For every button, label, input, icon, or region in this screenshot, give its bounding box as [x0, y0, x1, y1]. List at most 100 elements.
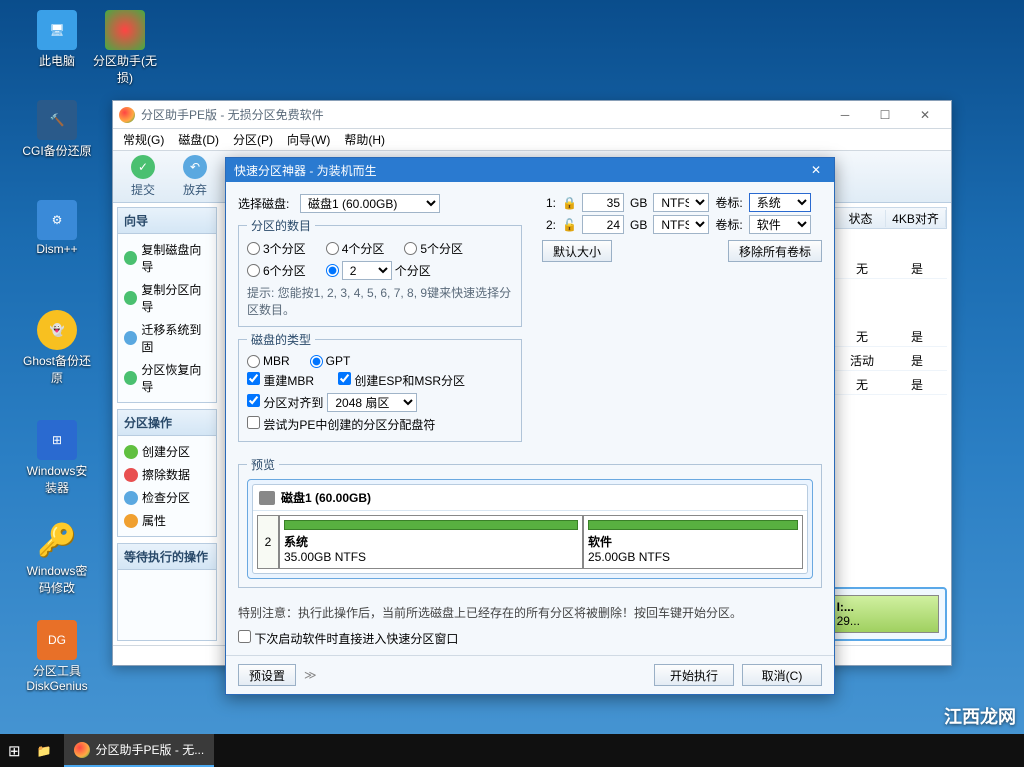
preview-group: 预览 磁盘1 (60.00GB) 2 系统 35.00GB NTFS 软件 [238, 456, 822, 588]
start-button[interactable]: 开始执行 [654, 664, 734, 686]
cb-create-esp[interactable]: 创建ESP和MSR分区 [338, 372, 465, 389]
wizard-panel: 向导 复制磁盘向导 复制分区向导 迁移系统到固 分区恢复向导 [117, 207, 217, 403]
undo-icon: ↶ [183, 155, 207, 179]
op-check[interactable]: 检查分区 [122, 486, 212, 509]
check-icon [124, 491, 138, 505]
lock-icon[interactable]: 🔒 [562, 196, 576, 210]
volume-select-1[interactable]: 系统 [749, 193, 811, 212]
maximize-button[interactable]: ☐ [865, 101, 905, 129]
pending-panel: 等待执行的操作 [117, 543, 217, 641]
partition-i[interactable]: I:... 29... [832, 595, 939, 633]
radio-gpt[interactable]: GPT [310, 354, 351, 368]
plus-icon [124, 445, 138, 459]
preview-partition-1[interactable]: 系统 35.00GB NTFS [279, 515, 583, 569]
props-icon [124, 514, 138, 528]
partition-count-group: 分区的数目 3个分区 4个分区 5个分区 6个分区 2 个分区 提示: 您能按1… [238, 217, 522, 327]
radio-6-partitions[interactable]: 6个分区 [247, 261, 306, 280]
desktop-icon-diskgenius[interactable]: DG分区工具DiskGenius [22, 620, 92, 693]
radio-5-partitions[interactable]: 5个分区 [404, 240, 463, 257]
taskbar-task-partition[interactable]: 分区助手PE版 - 无... [64, 734, 215, 767]
menu-wizard[interactable]: 向导(W) [281, 129, 336, 150]
wizard-item-copy-disk[interactable]: 复制磁盘向导 [122, 238, 212, 278]
op-props[interactable]: 属性 [122, 509, 212, 532]
fs-select-1[interactable]: NTFS [653, 193, 709, 212]
cb-rebuild-mbr[interactable]: 重建MBR [247, 372, 314, 389]
size-input-2[interactable] [582, 215, 624, 234]
wizard-panel-title: 向导 [118, 208, 216, 234]
close-button[interactable]: ✕ [905, 101, 945, 129]
preset-button[interactable]: 预设置 [238, 664, 296, 686]
wipe-icon [124, 468, 138, 482]
default-size-button[interactable]: 默认大小 [542, 240, 612, 262]
wizard-item-copy-partition[interactable]: 复制分区向导 [122, 278, 212, 318]
volume-select-2[interactable]: 软件 [749, 215, 811, 234]
app-icon [119, 107, 135, 123]
toolbar-discard[interactable]: ↶放弃 [173, 155, 217, 198]
col-align[interactable]: 4KB对齐 [886, 210, 946, 227]
ops-panel-title: 分区操作 [118, 410, 216, 436]
cancel-button[interactable]: 取消(C) [742, 664, 822, 686]
disk-icon [259, 491, 275, 505]
align-select[interactable]: 2048 扇区 [327, 393, 417, 412]
watermark: 江西龙网 [944, 703, 1016, 729]
left-pane: 向导 复制磁盘向导 复制分区向导 迁移系统到固 分区恢复向导 分区操作 创建分区… [113, 203, 221, 645]
clear-labels-button[interactable]: 移除所有卷标 [728, 240, 822, 262]
check-icon: ✓ [131, 155, 155, 179]
desktop-icon-cgi-backup[interactable]: 🔨CGI备份还原 [22, 100, 92, 159]
menu-disk[interactable]: 磁盘(D) [172, 129, 225, 150]
wizard-icon [124, 371, 137, 385]
chevron-down-icon[interactable]: ≫ [304, 668, 317, 682]
dialog-title-text: 快速分区神器 - 为装机而生 [234, 162, 377, 179]
preview-reserved: 2 [257, 515, 279, 569]
wizard-item-recover[interactable]: 分区恢复向导 [122, 358, 212, 398]
preview-disk: 磁盘1 (60.00GB) 2 系统 35.00GB NTFS 软件 25.00… [252, 484, 808, 574]
taskbar: ⊞ 📁 分区助手PE版 - 无... [0, 734, 1024, 767]
partition-row-1: 1: 🔒 GB NTFS 卷标: 系统 [542, 193, 822, 212]
col-status[interactable]: 状态 [836, 210, 886, 227]
fs-select-2[interactable]: NTFS [653, 215, 709, 234]
select-disk-dropdown[interactable]: 磁盘1 (60.00GB) [300, 194, 440, 213]
toolbar-commit[interactable]: ✓提交 [121, 155, 165, 198]
radio-mbr[interactable]: MBR [247, 354, 290, 368]
desktop-icon-win-password[interactable]: 🔑Windows密码修改 [22, 520, 92, 596]
ops-panel: 分区操作 创建分区 擦除数据 检查分区 属性 [117, 409, 217, 537]
partition-row-2: 2: 🔓 GB NTFS 卷标: 软件 [542, 215, 822, 234]
cb-align[interactable]: 分区对齐到 [247, 394, 323, 411]
minimize-button[interactable]: ─ [825, 101, 865, 129]
preview-partition-2[interactable]: 软件 25.00GB NTFS [583, 515, 803, 569]
menu-help[interactable]: 帮助(H) [338, 129, 391, 150]
main-title-text: 分区助手PE版 - 无损分区免费软件 [141, 106, 324, 123]
wizard-item-migrate-os[interactable]: 迁移系统到固 [122, 318, 212, 358]
menubar: 常规(G) 磁盘(D) 分区(P) 向导(W) 帮助(H) [113, 129, 951, 151]
desktop-icon-win-installer[interactable]: ⊞Windows安装器 [22, 420, 92, 496]
size-input-1[interactable] [582, 193, 624, 212]
desktop-icon-this-pc[interactable]: 🖥此电脑 [22, 10, 92, 69]
radio-4-partitions[interactable]: 4个分区 [326, 240, 385, 257]
radio-3-partitions[interactable]: 3个分区 [247, 240, 306, 257]
menu-partition[interactable]: 分区(P) [227, 129, 279, 150]
start-button-taskbar[interactable]: ⊞ [0, 734, 29, 767]
disk-type-group: 磁盘的类型 MBR GPT 重建MBR 创建ESP和MSR分区 分区对齐到 20… [238, 331, 522, 442]
op-create[interactable]: 创建分区 [122, 440, 212, 463]
select-disk-label: 选择磁盘: [238, 195, 294, 212]
wizard-icon [124, 331, 137, 345]
desktop-icon-partition-assistant[interactable]: 分区助手(无损) [90, 10, 160, 86]
pending-panel-title: 等待执行的操作 [118, 544, 216, 570]
quick-partition-dialog: 快速分区神器 - 为装机而生 ✕ 选择磁盘: 磁盘1 (60.00GB) 分区的… [225, 157, 835, 695]
op-wipe[interactable]: 擦除数据 [122, 463, 212, 486]
wizard-icon [124, 251, 137, 265]
taskbar-explorer[interactable]: 📁 [29, 734, 60, 767]
radio-custom-partitions[interactable]: 2 个分区 [326, 261, 431, 280]
dialog-close-button[interactable]: ✕ [806, 163, 826, 177]
cb-pe-assign[interactable]: 尝试为PE中创建的分区分配盘符 [247, 416, 435, 433]
desktop-icon-ghost[interactable]: 👻Ghost备份还原 [22, 310, 92, 386]
wizard-icon [124, 291, 137, 305]
menu-general[interactable]: 常规(G) [117, 129, 170, 150]
custom-count-select[interactable]: 2 [342, 261, 392, 280]
main-titlebar[interactable]: 分区助手PE版 - 无损分区免费软件 ─ ☐ ✕ [113, 101, 951, 129]
app-icon [74, 742, 90, 758]
lock-icon[interactable]: 🔓 [562, 218, 576, 232]
desktop-icon-dism[interactable]: ⚙Dism++ [22, 200, 92, 256]
cb-next-startup[interactable]: 下次启动软件时直接进入快速分区窗口 [238, 630, 458, 647]
dialog-titlebar[interactable]: 快速分区神器 - 为装机而生 ✕ [226, 158, 834, 182]
